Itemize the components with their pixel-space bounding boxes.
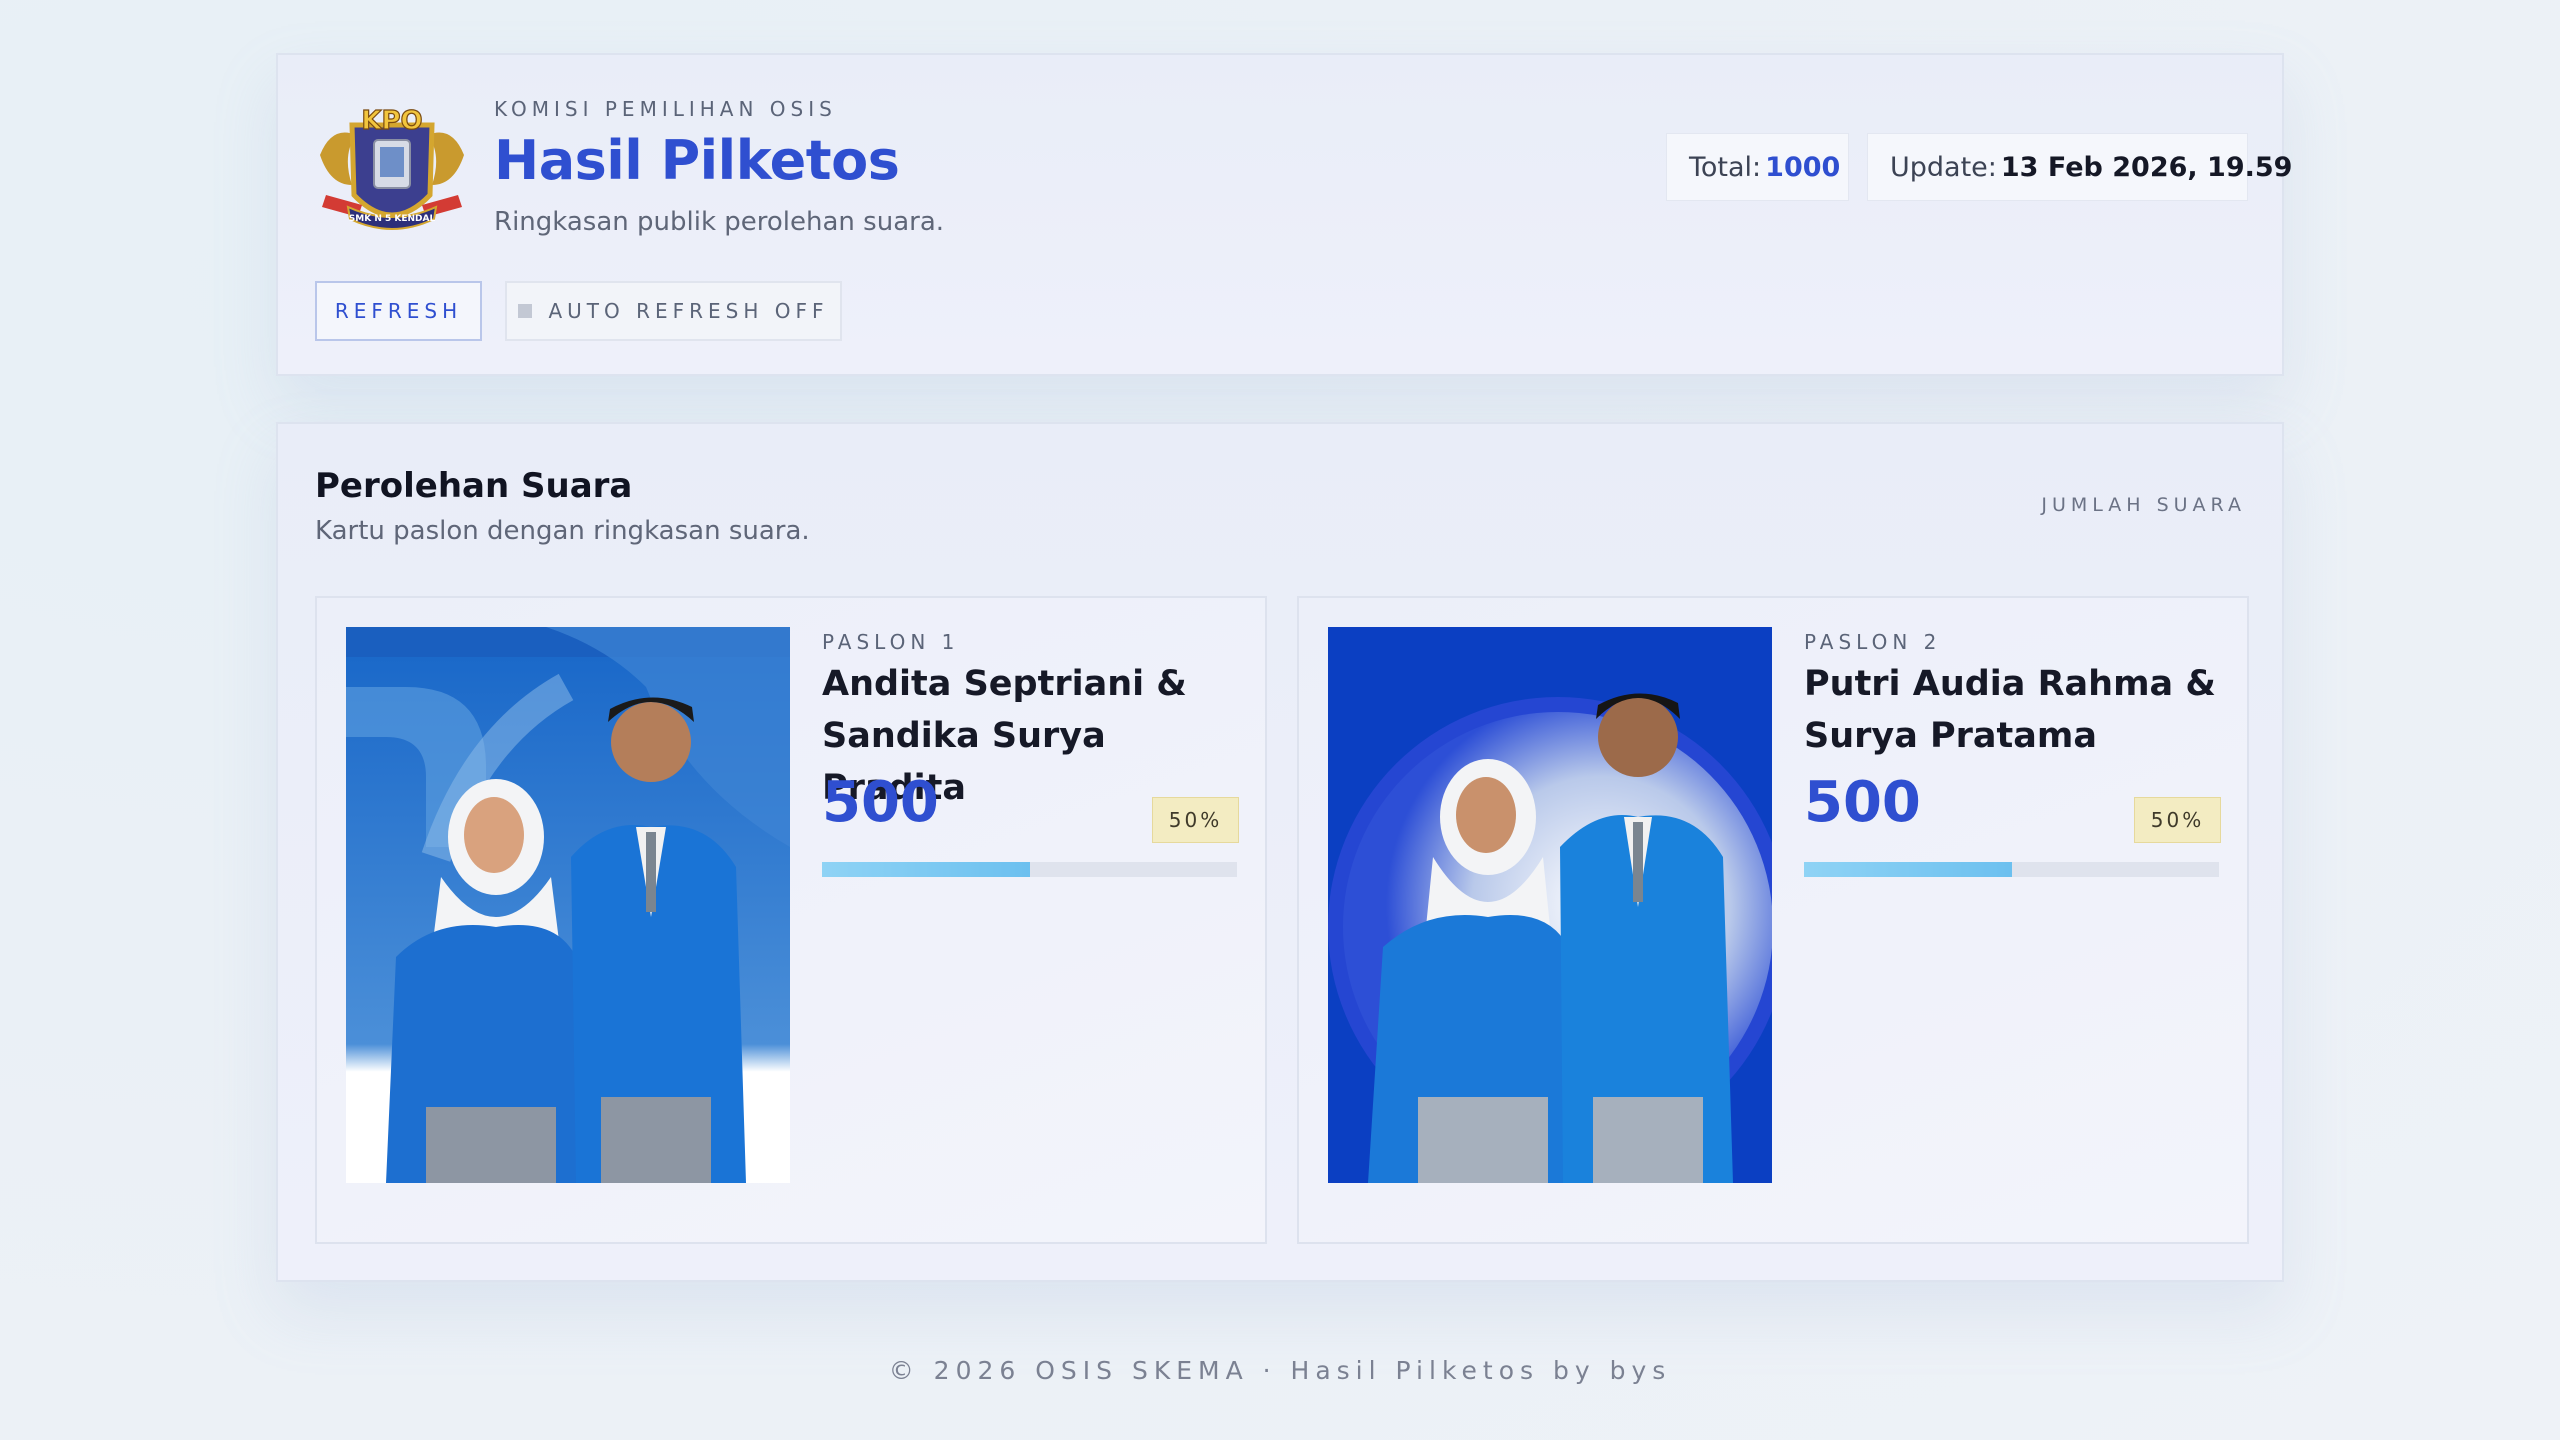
auto-refresh-label: AUTO REFRESH OFF [548, 299, 829, 323]
auto-refresh-toggle[interactable]: AUTO REFRESH OFF [505, 281, 842, 341]
section-right-label: JUMLAH SUARA [2041, 494, 2246, 516]
header-kicker: KOMISI PEMILIHAN OSIS [494, 97, 837, 121]
paslon-votes-2: 500 [1804, 770, 1921, 835]
logo-caption: SMK N 5 KENDAL [349, 214, 436, 224]
percent-badge-1: 50% [1152, 797, 1239, 843]
header-panel: KPO SMK N 5 KENDAL KOMISI PEMILIHAN OSIS… [276, 53, 2292, 376]
refresh-button[interactable]: REFRESH [315, 281, 482, 341]
paslon-label-1: PASLON 1 [822, 630, 960, 654]
candidate-card-2: PASLON 2 Putri Audia Rahma & Surya Prata… [1297, 596, 2249, 1244]
vote-bar-2 [1804, 862, 2219, 877]
paslon-name-2: Putri Audia Rahma & Surya Pratama [1804, 664, 2216, 756]
vote-bar-fill-2 [1804, 862, 2012, 877]
paslon-votes-1: 500 [822, 770, 939, 835]
update-value: 13 Feb 2026, 19.59 [2000, 151, 2293, 183]
candidate-photo-2 [1328, 627, 1772, 1183]
paslon-label-2: PASLON 2 [1804, 630, 1942, 654]
total-chip: Total: 1000 [1666, 133, 1849, 201]
footer: © 2026 OSIS SKEMA · Hasil Pilketos by by… [888, 1356, 1672, 1385]
section-title: Perolehan Suara [315, 466, 633, 506]
page-title: Hasil Pilketos [494, 129, 900, 192]
update-chip: Update: 13 Feb 2026, 19.59 [1867, 133, 2292, 201]
vote-bar-fill-1 [822, 862, 1030, 877]
checkbox-icon [518, 304, 533, 318]
total-label: Total: [1689, 151, 1762, 183]
logo-text: KPO [361, 106, 422, 136]
kpo-logo-icon: KPO SMK N 5 KENDAL [312, 95, 472, 245]
results-panel: Perolehan Suara Kartu paslon dengan ring… [276, 422, 2284, 1282]
vote-bar-1 [822, 862, 1237, 877]
page-subtitle: Ringkasan publik perolehan suara. [494, 207, 945, 237]
refresh-button-label: REFRESH [334, 299, 463, 323]
percent-badge-2: 50% [2134, 797, 2221, 843]
section-subtitle: Kartu paslon dengan ringkasan suara. [315, 516, 810, 546]
candidate-card-1: PASLON 1 Andita Septriani & Sandika Sury… [315, 596, 1267, 1244]
update-label: Update: [1890, 151, 1997, 183]
total-value: 1000 [1765, 151, 1841, 183]
candidate-photo-1 [346, 627, 790, 1183]
